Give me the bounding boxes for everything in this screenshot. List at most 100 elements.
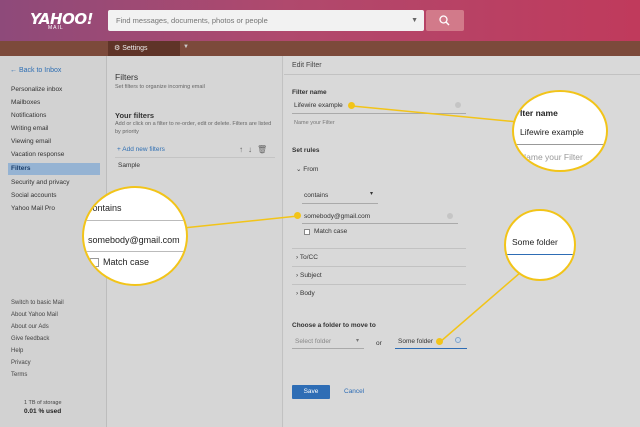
- callout-underline: [506, 254, 574, 255]
- callout-underline: [514, 144, 606, 145]
- add-new-filters-label: Add new filters: [122, 146, 165, 153]
- sidebar-item-personalize-inbox[interactable]: Personalize inbox: [8, 84, 100, 96]
- footer-link-help[interactable]: Help: [11, 348, 23, 354]
- sidebar-item-social-accounts[interactable]: Social accounts: [8, 190, 100, 202]
- sidebar-item-yahoo-mail-pro[interactable]: Yahoo Mail Pro: [8, 203, 100, 215]
- your-filters-heading: Your filters: [115, 111, 155, 120]
- contains-underline: [302, 203, 378, 204]
- filters-subtitle: Set filters to organize incoming email: [115, 84, 205, 90]
- trash-icon[interactable]: 🗑: [257, 145, 267, 154]
- tab-settings[interactable]: ⚙ Settings: [108, 41, 180, 56]
- callout-underline: [84, 251, 186, 252]
- sidebar-item-filters[interactable]: Filters: [8, 163, 100, 175]
- cancel-button[interactable]: Cancel: [344, 388, 364, 395]
- select-folder-dropdown[interactable]: Select folder: [295, 338, 331, 345]
- back-to-inbox-link[interactable]: ← Back to Inbox: [10, 67, 61, 74]
- filter-list-item[interactable]: Sample: [118, 162, 140, 169]
- callout-email-value: somebody@gmail.com: [88, 235, 180, 245]
- callout-checkbox: [90, 258, 99, 267]
- rule-from-label: From: [303, 166, 319, 173]
- back-to-inbox-label: Back to Inbox: [18, 67, 62, 74]
- chevron-right-icon: ›: [296, 272, 299, 279]
- gear-icon: ⚙: [114, 45, 121, 52]
- clear-icon[interactable]: [455, 102, 461, 108]
- footer-link-give-feedback[interactable]: Give feedback: [11, 336, 49, 342]
- chevron-right-icon: ›: [296, 254, 299, 261]
- tab-bar: [0, 41, 640, 56]
- tab-settings-label: Settings: [122, 45, 148, 52]
- add-new-filters-button[interactable]: + Add new filters: [117, 146, 165, 153]
- filter-name-hint: Name your Filter: [294, 120, 335, 126]
- callout-filter-name-hint: Name your Filter: [520, 152, 583, 162]
- footer-link-about-ads[interactable]: About our Ads: [11, 324, 49, 330]
- callout-folder: Some folder: [504, 209, 576, 281]
- footer-link-about-yahoo-mail[interactable]: About Yahoo Mail: [11, 312, 58, 318]
- chevron-down-icon[interactable]: ▾: [356, 337, 359, 344]
- clear-icon[interactable]: [447, 213, 453, 219]
- match-case-checkbox[interactable]: [304, 229, 310, 235]
- choose-folder-label: Choose a folder to move to: [292, 322, 376, 329]
- search-icon: [439, 15, 450, 26]
- email-underline: [302, 223, 458, 224]
- chevron-down-icon[interactable]: ▼: [183, 44, 189, 50]
- divider: [292, 266, 466, 267]
- new-folder-underline: [395, 348, 467, 349]
- search-input[interactable]: [108, 10, 398, 31]
- save-button[interactable]: Save: [292, 385, 330, 399]
- divider: [292, 248, 466, 249]
- select-folder-underline: [292, 348, 364, 349]
- rule-tocc-toggle[interactable]: › To/CC: [296, 254, 318, 261]
- sidebar-item-notifications[interactable]: Notifications: [8, 110, 100, 122]
- rule-body-label: Body: [299, 290, 315, 297]
- divider: [284, 74, 640, 75]
- callout-email: contains somebody@gmail.com Match case: [82, 186, 188, 286]
- filters-title: Filters: [115, 72, 139, 82]
- footer-link-terms[interactable]: Terms: [11, 372, 27, 378]
- callout-dot: [294, 212, 301, 219]
- sidebar-item-viewing-email[interactable]: Viewing email: [8, 136, 100, 148]
- plus-icon: +: [117, 146, 121, 153]
- rule-from-toggle[interactable]: ⌄ From: [296, 165, 318, 173]
- match-case-label: Match case: [314, 228, 348, 235]
- callout-folder-value: Some folder: [512, 237, 558, 247]
- search-button[interactable]: [426, 10, 464, 31]
- clear-icon[interactable]: [455, 337, 461, 343]
- arrow-up-icon[interactable]: ↑: [239, 145, 243, 154]
- email-input[interactable]: somebody@gmail.com: [304, 213, 370, 220]
- callout-filter-name: lter name Lifewire example Name your Fil…: [512, 90, 608, 172]
- sidebar-item-writing-email[interactable]: Writing email: [8, 123, 100, 135]
- callout-dot: [348, 102, 355, 109]
- arrow-down-icon[interactable]: ↓: [248, 145, 252, 154]
- callout-match-case: Match case: [103, 257, 150, 267]
- or-label: or: [376, 340, 382, 347]
- callout-dot: [436, 338, 443, 345]
- chevron-down-icon: ⌄: [296, 166, 302, 173]
- storage-used: 0.01 % used: [24, 408, 62, 415]
- sidebar-item-security-privacy[interactable]: Security and privacy: [8, 177, 100, 189]
- chevron-right-icon: ›: [296, 290, 299, 297]
- edit-filter-title: Edit Filter: [292, 62, 322, 69]
- callout-filter-name-value: Lifewire example: [520, 127, 584, 137]
- back-arrow-icon: ←: [10, 67, 17, 74]
- filter-name-label: Filter name: [292, 89, 327, 96]
- filter-name-input[interactable]: Lifewire example: [294, 102, 343, 109]
- rule-subject-toggle[interactable]: › Subject: [296, 272, 322, 279]
- divider: [115, 157, 275, 158]
- chevron-down-icon[interactable]: ▼: [411, 17, 418, 24]
- storage-total: 1 TB of storage: [24, 400, 62, 406]
- rule-tocc-label: To/CC: [299, 254, 318, 261]
- sidebar-item-vacation-response[interactable]: Vacation response: [8, 149, 100, 161]
- contains-select[interactable]: contains: [304, 192, 328, 199]
- footer-link-basic-mail[interactable]: Switch to basic Mail: [11, 300, 64, 306]
- your-filters-description: Add or click on a filter to re-order, ed…: [115, 121, 272, 135]
- chevron-down-icon[interactable]: ▾: [370, 190, 373, 197]
- rule-subject-label: Subject: [299, 272, 322, 279]
- divider: [292, 284, 466, 285]
- new-folder-input[interactable]: Some folder: [398, 338, 433, 345]
- set-rules-label: Set rules: [292, 147, 320, 154]
- callout-filter-name-label: lter name: [520, 108, 558, 118]
- app-header: YAHOO! MAIL ▼: [0, 0, 640, 41]
- rule-body-toggle[interactable]: › Body: [296, 290, 315, 297]
- footer-link-privacy[interactable]: Privacy: [11, 360, 31, 366]
- sidebar-item-mailboxes[interactable]: Mailboxes: [8, 97, 100, 109]
